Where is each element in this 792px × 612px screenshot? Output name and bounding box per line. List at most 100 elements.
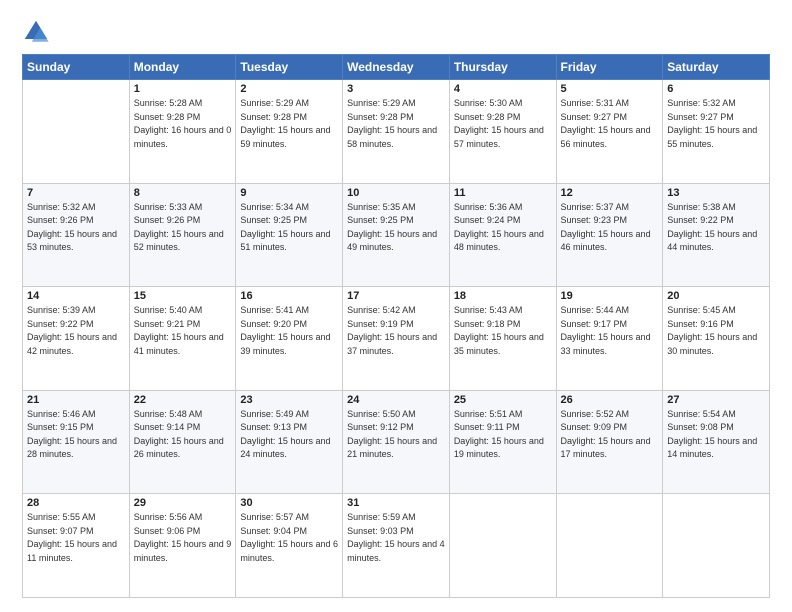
- calendar-day-cell: [449, 494, 556, 598]
- calendar-day-cell: 26Sunrise: 5:52 AMSunset: 9:09 PMDayligh…: [556, 390, 663, 494]
- daylight-text: Daylight: 15 hours and 26 minutes.: [134, 436, 224, 460]
- day-info: Sunrise: 5:55 AMSunset: 9:07 PMDaylight:…: [27, 511, 125, 565]
- sunrise-text: Sunrise: 5:43 AM: [454, 305, 523, 315]
- daylight-text: Daylight: 15 hours and 42 minutes.: [27, 332, 117, 356]
- sunrise-text: Sunrise: 5:38 AM: [667, 202, 736, 212]
- calendar-day-cell: 4Sunrise: 5:30 AMSunset: 9:28 PMDaylight…: [449, 80, 556, 184]
- sunset-text: Sunset: 9:28 PM: [240, 112, 307, 122]
- sunrise-text: Sunrise: 5:31 AM: [561, 98, 630, 108]
- day-number: 1: [134, 83, 232, 95]
- daylight-text: Daylight: 15 hours and 44 minutes.: [667, 229, 757, 253]
- sunset-text: Sunset: 9:08 PM: [667, 422, 734, 432]
- weekday-header: Saturday: [663, 55, 770, 80]
- sunrise-text: Sunrise: 5:37 AM: [561, 202, 630, 212]
- day-info: Sunrise: 5:57 AMSunset: 9:04 PMDaylight:…: [240, 511, 338, 565]
- sunrise-text: Sunrise: 5:29 AM: [347, 98, 416, 108]
- day-info: Sunrise: 5:29 AMSunset: 9:28 PMDaylight:…: [347, 97, 445, 151]
- calendar-day-cell: 27 Sunrise: 5:54 AMSunset: 9:08 PMDayligh…: [663, 390, 770, 494]
- calendar-day-cell: 16Sunrise: 5:41 AMSunset: 9:20 PMDayligh…: [236, 287, 343, 391]
- sunset-text: Sunset: 9:07 PM: [27, 526, 94, 536]
- day-number: 25: [454, 394, 552, 406]
- daylight-text: Daylight: 15 hours and 37 minutes.: [347, 332, 437, 356]
- day-number: 14: [27, 290, 125, 302]
- calendar-day-cell: 14Sunrise: 5:39 AMSunset: 9:22 PMDayligh…: [23, 287, 130, 391]
- sunset-text: Sunset: 9:26 PM: [134, 215, 201, 225]
- calendar-day-cell: [23, 80, 130, 184]
- sunset-text: Sunset: 9:16 PM: [667, 319, 734, 329]
- logo-icon: [22, 18, 50, 46]
- day-number: 8: [134, 187, 232, 199]
- calendar-day-cell: 6Sunrise: 5:32 AMSunset: 9:27 PMDaylight…: [663, 80, 770, 184]
- day-info: Sunrise: 5:32 AMSunset: 9:26 PMDaylight:…: [27, 201, 125, 255]
- day-number: 28: [27, 497, 125, 509]
- sunrise-text: Sunrise: 5:42 AM: [347, 305, 416, 315]
- day-info: Sunrise: 5:32 AMSunset: 9:27 PMDaylight:…: [667, 97, 765, 151]
- day-number: 31: [347, 497, 445, 509]
- weekday-header: Friday: [556, 55, 663, 80]
- sunrise-text: Sunrise: 5:56 AM: [134, 512, 203, 522]
- calendar-day-cell: 12Sunrise: 5:37 AMSunset: 9:23 PMDayligh…: [556, 183, 663, 287]
- daylight-text: Daylight: 15 hours and 57 minutes.: [454, 125, 544, 149]
- sunset-text: Sunset: 9:25 PM: [347, 215, 414, 225]
- day-info: Sunrise: 5:34 AMSunset: 9:25 PMDaylight:…: [240, 201, 338, 255]
- calendar-week-row: 14Sunrise: 5:39 AMSunset: 9:22 PMDayligh…: [23, 287, 770, 391]
- sunrise-text: Sunrise: 5:39 AM: [27, 305, 96, 315]
- calendar-day-cell: 30Sunrise: 5:57 AMSunset: 9:04 PMDayligh…: [236, 494, 343, 598]
- calendar-day-cell: 28Sunrise: 5:55 AMSunset: 9:07 PMDayligh…: [23, 494, 130, 598]
- day-number: 17: [347, 290, 445, 302]
- daylight-text: Daylight: 15 hours and 52 minutes.: [134, 229, 224, 253]
- day-number: 27: [667, 394, 765, 406]
- sunrise-text: Sunrise: 5:36 AM: [454, 202, 523, 212]
- day-info: Sunrise: 5:54 AMSunset: 9:08 PMDaylight:…: [667, 408, 765, 462]
- day-info: Sunrise: 5:49 AMSunset: 9:13 PMDaylight:…: [240, 408, 338, 462]
- sunrise-text: Sunrise: 5:41 AM: [240, 305, 309, 315]
- daylight-text: Daylight: 15 hours and 59 minutes.: [240, 125, 330, 149]
- calendar-day-cell: 17Sunrise: 5:42 AMSunset: 9:19 PMDayligh…: [343, 287, 450, 391]
- sunrise-text: Sunrise: 5:55 AM: [27, 512, 96, 522]
- day-info: Sunrise: 5:52 AMSunset: 9:09 PMDaylight:…: [561, 408, 659, 462]
- sunset-text: Sunset: 9:11 PM: [454, 422, 520, 432]
- sunset-text: Sunset: 9:15 PM: [27, 422, 94, 432]
- calendar-week-row: 21Sunrise: 5:46 AMSunset: 9:15 PMDayligh…: [23, 390, 770, 494]
- sunset-text: Sunset: 9:22 PM: [667, 215, 734, 225]
- day-number: 11: [454, 187, 552, 199]
- sunrise-text: Sunrise: 5:34 AM: [240, 202, 309, 212]
- calendar-day-cell: 5Sunrise: 5:31 AMSunset: 9:27 PMDaylight…: [556, 80, 663, 184]
- day-number: 5: [561, 83, 659, 95]
- daylight-text: Daylight: 15 hours and 39 minutes.: [240, 332, 330, 356]
- sunset-text: Sunset: 9:20 PM: [240, 319, 307, 329]
- day-info: Sunrise: 5:56 AMSunset: 9:06 PMDaylight:…: [134, 511, 232, 565]
- day-number: 19: [561, 290, 659, 302]
- sunrise-text: Sunrise: 5:30 AM: [454, 98, 523, 108]
- day-info: Sunrise: 5:40 AMSunset: 9:21 PMDaylight:…: [134, 304, 232, 358]
- sunset-text: Sunset: 9:13 PM: [240, 422, 307, 432]
- calendar-day-cell: 7Sunrise: 5:32 AMSunset: 9:26 PMDaylight…: [23, 183, 130, 287]
- calendar-day-cell: 29Sunrise: 5:56 AMSunset: 9:06 PMDayligh…: [129, 494, 236, 598]
- day-info: Sunrise: 5:33 AMSunset: 9:26 PMDaylight:…: [134, 201, 232, 255]
- calendar-day-cell: 31Sunrise: 5:59 AMSunset: 9:03 PMDayligh…: [343, 494, 450, 598]
- day-info: Sunrise: 5:29 AMSunset: 9:28 PMDaylight:…: [240, 97, 338, 151]
- calendar-day-cell: [556, 494, 663, 598]
- daylight-text: Daylight: 15 hours and 17 minutes.: [561, 436, 651, 460]
- sunset-text: Sunset: 9:18 PM: [454, 319, 521, 329]
- day-info: Sunrise: 5:44 AMSunset: 9:17 PMDaylight:…: [561, 304, 659, 358]
- calendar-day-cell: 11Sunrise: 5:36 AMSunset: 9:24 PMDayligh…: [449, 183, 556, 287]
- sunrise-text: Sunrise: 5:28 AM: [134, 98, 203, 108]
- daylight-text: Daylight: 15 hours and 19 minutes.: [454, 436, 544, 460]
- sunrise-text: Sunrise: 5:50 AM: [347, 409, 416, 419]
- day-info: Sunrise: 5:28 AMSunset: 9:28 PMDaylight:…: [134, 97, 232, 151]
- day-info: Sunrise: 5:37 AMSunset: 9:23 PMDaylight:…: [561, 201, 659, 255]
- daylight-text: Daylight: 15 hours and 53 minutes.: [27, 229, 117, 253]
- day-number: 3: [347, 83, 445, 95]
- day-number: 21: [27, 394, 125, 406]
- header: [22, 18, 770, 46]
- day-number: 10: [347, 187, 445, 199]
- daylight-text: Daylight: 15 hours and 14 minutes.: [667, 436, 757, 460]
- sunset-text: Sunset: 9:23 PM: [561, 215, 628, 225]
- weekday-header: Tuesday: [236, 55, 343, 80]
- sunset-text: Sunset: 9:03 PM: [347, 526, 414, 536]
- calendar-day-cell: 1 Sunrise: 5:28 AMSunset: 9:28 PMDaylight…: [129, 80, 236, 184]
- day-number: 15: [134, 290, 232, 302]
- day-number: 23: [240, 394, 338, 406]
- sunset-text: Sunset: 9:17 PM: [561, 319, 628, 329]
